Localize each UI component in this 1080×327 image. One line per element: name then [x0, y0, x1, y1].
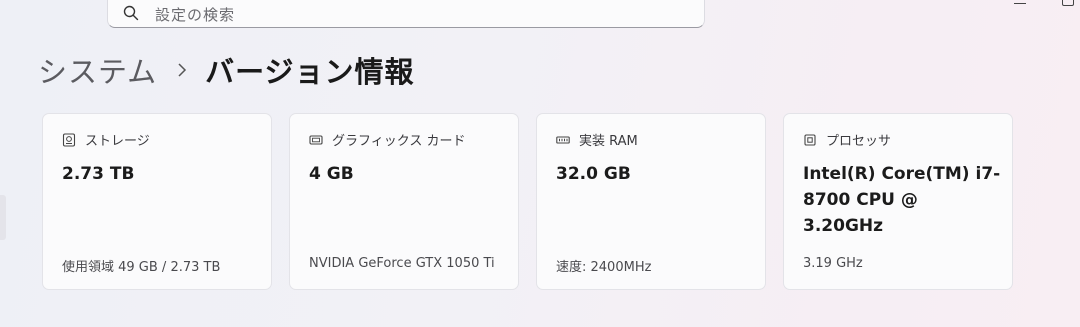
card-value: 32.0 GB	[556, 164, 631, 184]
processor-icon	[804, 133, 816, 146]
card-label: ストレージ	[85, 134, 150, 149]
restore-icon[interactable]	[1062, 0, 1074, 6]
card-detail: NVIDIA GeForce GTX 1050 Ti	[309, 256, 495, 271]
minimize-icon[interactable]	[1014, 0, 1026, 4]
card-label: 実装 RAM	[579, 134, 638, 149]
page-title: バージョン情報	[205, 55, 415, 89]
breadcrumb-parent-system[interactable]: システム	[38, 49, 157, 91]
card-label: プロセッサ	[826, 134, 892, 149]
storage-icon	[62, 132, 76, 147]
card-detail: 使用領域 49 GB / 2.73 TB	[62, 260, 221, 275]
graphics-card-icon	[309, 134, 323, 145]
search-input[interactable]: 設定の検索	[107, 0, 705, 28]
ram-icon	[556, 135, 570, 144]
breadcrumb: システム バージョン情報	[38, 48, 415, 92]
processor-card[interactable]: プロセッサ Intel(R) Core(TM) i7-8700 CPU @ 3.…	[783, 113, 1013, 290]
search-icon	[123, 5, 139, 21]
card-label: グラフィックス カード	[332, 134, 466, 149]
storage-card[interactable]: ストレージ 2.73 TB 使用領域 49 GB / 2.73 TB	[42, 113, 272, 290]
chevron-right-icon	[157, 48, 205, 92]
sidebar-edge	[0, 195, 6, 240]
card-detail: 3.19 GHz	[803, 256, 863, 271]
graphics-card-card[interactable]: グラフィックス カード 4 GB NVIDIA GeForce GTX 1050…	[289, 113, 519, 290]
card-value: 4 GB	[309, 164, 354, 184]
card-value: Intel(R) Core(TM) i7-8700 CPU @ 3.20GHz	[803, 164, 1001, 236]
search-placeholder: 設定の検索	[155, 6, 236, 24]
card-value: 2.73 TB	[62, 164, 135, 184]
card-detail: 速度: 2400MHz	[556, 260, 652, 275]
ram-card[interactable]: 実装 RAM 32.0 GB 速度: 2400MHz	[536, 113, 766, 290]
